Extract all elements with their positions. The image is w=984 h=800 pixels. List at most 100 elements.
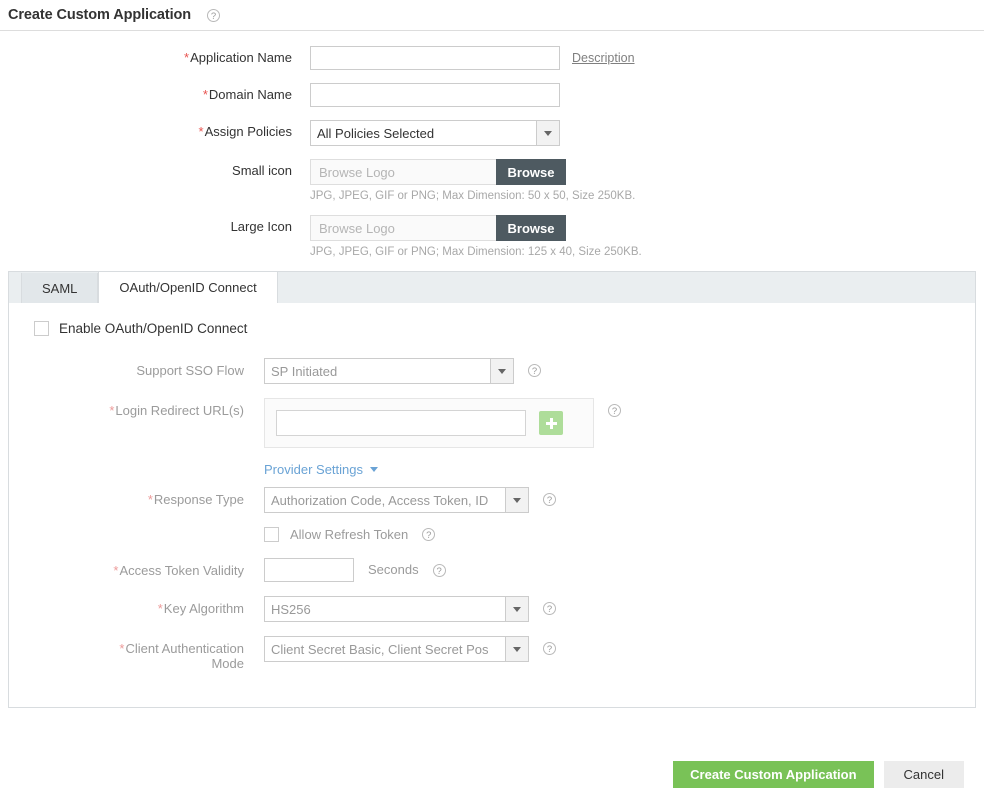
required-asterisk: * xyxy=(158,601,163,616)
control-response-type: Authorization Code, Access Token, ID ? xyxy=(264,487,556,513)
response-type-value: Authorization Code, Access Token, ID xyxy=(265,488,505,512)
response-type-help-icon[interactable]: ? xyxy=(543,493,556,506)
control-small-icon: Browse Logo Browse JPG, JPEG, GIF or PNG… xyxy=(310,159,635,202)
control-login-redirect-url: ? xyxy=(264,398,621,448)
application-name-input[interactable] xyxy=(310,46,560,70)
control-key-algorithm: HS256 ? xyxy=(264,596,556,622)
key-algorithm-select[interactable]: HS256 xyxy=(264,596,529,622)
large-icon-browse-button[interactable]: Browse xyxy=(496,215,566,241)
label-assign-policies: *Assign Policies xyxy=(0,120,292,139)
label-support-sso-flow: Support SSO Flow xyxy=(9,358,244,378)
client-auth-mode-help-icon[interactable]: ? xyxy=(543,642,556,655)
provider-settings-row: Provider Settings xyxy=(9,462,975,477)
chevron-down-icon xyxy=(505,597,528,621)
control-assign-policies: All Policies Selected xyxy=(310,120,560,146)
page-title: Create Custom Application xyxy=(8,7,191,23)
allow-refresh-token-label: Allow Refresh Token xyxy=(290,527,408,542)
enable-oauth-label: Enable OAuth/OpenID Connect xyxy=(59,321,247,336)
field-row-small-icon: Small icon Browse Logo Browse JPG, JPEG,… xyxy=(0,159,984,202)
access-token-validity-input[interactable] xyxy=(264,558,354,582)
chevron-down-icon xyxy=(370,467,378,472)
chevron-down-icon xyxy=(490,359,513,383)
required-asterisk: * xyxy=(184,50,189,65)
create-custom-application-button[interactable]: Create Custom Application xyxy=(673,761,873,788)
label-access-token-validity: *Access Token Validity xyxy=(9,558,244,578)
tab-oauth-openid-connect[interactable]: OAuth/OpenID Connect xyxy=(98,272,277,304)
label-text: Access Token Validity xyxy=(119,563,244,578)
description-link[interactable]: Description xyxy=(572,46,635,65)
label-response-type: *Response Type xyxy=(9,487,244,507)
required-asterisk: * xyxy=(109,403,114,418)
label-small-icon: Small icon xyxy=(0,159,292,178)
key-algorithm-help-icon[interactable]: ? xyxy=(543,602,556,615)
chevron-down-icon xyxy=(505,637,528,661)
label-client-auth-mode: *Client AuthenticationMode xyxy=(9,636,244,671)
small-icon-browse-button[interactable]: Browse xyxy=(496,159,566,185)
add-redirect-url-button[interactable] xyxy=(539,411,563,435)
label-text: Response Type xyxy=(154,492,244,507)
control-access-token-validity: Seconds ? xyxy=(264,558,446,582)
client-auth-mode-select[interactable]: Client Secret Basic, Client Secret Pos xyxy=(264,636,529,662)
label-text-line2: Mode xyxy=(211,656,244,671)
field-row-access-token-validity: *Access Token Validity Seconds ? xyxy=(9,558,975,582)
help-circle-icon[interactable]: ? xyxy=(207,9,220,22)
tab-saml[interactable]: SAML xyxy=(21,273,98,304)
field-row-assign-policies: *Assign Policies All Policies Selected xyxy=(0,120,984,146)
tab-strip: SAML OAuth/OpenID Connect xyxy=(8,271,976,303)
top-form: *Application Name Description *Domain Na… xyxy=(0,31,984,258)
enable-oauth-checkbox[interactable] xyxy=(34,321,49,336)
login-redirect-url-box xyxy=(264,398,594,448)
large-icon-filename[interactable]: Browse Logo xyxy=(310,215,496,241)
enable-oauth-row: Enable OAuth/OpenID Connect xyxy=(9,321,975,336)
small-icon-filename[interactable]: Browse Logo xyxy=(310,159,496,185)
support-sso-flow-help-icon[interactable]: ? xyxy=(528,364,541,377)
small-icon-hint: JPG, JPEG, GIF or PNG; Max Dimension: 50… xyxy=(310,190,635,202)
required-asterisk: * xyxy=(203,87,208,102)
assign-policies-select[interactable]: All Policies Selected xyxy=(310,120,560,146)
field-row-domain-name: *Domain Name xyxy=(0,83,984,107)
small-icon-browse-group: Browse Logo Browse xyxy=(310,159,635,185)
allow-refresh-token-checkbox[interactable] xyxy=(264,527,279,542)
label-text: Application Name xyxy=(190,50,292,65)
label-text-line1: Client Authentication xyxy=(125,641,244,656)
label-text: Key Algorithm xyxy=(164,601,244,616)
domain-name-input[interactable] xyxy=(310,83,560,107)
access-token-validity-help-icon[interactable]: ? xyxy=(433,564,446,577)
control-large-icon: Browse Logo Browse JPG, JPEG, GIF or PNG… xyxy=(310,215,642,258)
label-text: Assign Policies xyxy=(205,124,292,139)
required-asterisk: * xyxy=(119,641,124,656)
login-redirect-url-help-icon[interactable]: ? xyxy=(608,404,621,417)
control-application-name: Description xyxy=(310,46,635,70)
field-row-key-algorithm: *Key Algorithm HS256 ? xyxy=(9,596,975,622)
label-text: Domain Name xyxy=(209,87,292,102)
client-auth-mode-value: Client Secret Basic, Client Secret Pos xyxy=(265,637,505,661)
support-sso-flow-value: SP Initiated xyxy=(265,359,490,383)
cancel-button[interactable]: Cancel xyxy=(884,761,964,788)
label-large-icon: Large Icon xyxy=(0,215,292,234)
field-row-response-type: *Response Type Authorization Code, Acces… xyxy=(9,487,975,513)
label-text: Login Redirect URL(s) xyxy=(115,403,244,418)
footer-actions: Create Custom Application Cancel xyxy=(0,761,984,788)
provider-settings-toggle[interactable]: Provider Settings xyxy=(264,462,378,477)
control-domain-name xyxy=(310,83,560,107)
required-asterisk: * xyxy=(113,563,118,578)
response-type-select[interactable]: Authorization Code, Access Token, ID xyxy=(264,487,529,513)
support-sso-flow-select[interactable]: SP Initiated xyxy=(264,358,514,384)
provider-settings-spacer xyxy=(9,462,244,477)
key-algorithm-value: HS256 xyxy=(265,597,505,621)
label-key-algorithm: *Key Algorithm xyxy=(9,596,244,616)
field-row-client-auth-mode: *Client AuthenticationMode Client Secret… xyxy=(9,636,975,671)
add-icon xyxy=(546,418,557,429)
chevron-down-icon xyxy=(536,121,559,145)
field-row-application-name: *Application Name Description xyxy=(0,46,984,70)
control-support-sso-flow: SP Initiated ? xyxy=(264,358,541,384)
oauth-tab-panel: Enable OAuth/OpenID Connect Support SSO … xyxy=(8,303,976,708)
allow-refresh-token-help-icon[interactable]: ? xyxy=(422,528,435,541)
access-token-validity-unit: Seconds xyxy=(368,558,419,577)
field-row-support-sso-flow: Support SSO Flow SP Initiated ? xyxy=(9,358,975,384)
allow-refresh-token-row: Allow Refresh Token ? xyxy=(264,527,975,542)
field-row-login-redirect-url: *Login Redirect URL(s) ? xyxy=(9,398,975,448)
required-asterisk: * xyxy=(148,492,153,507)
login-redirect-url-input[interactable] xyxy=(276,410,526,436)
label-login-redirect-url: *Login Redirect URL(s) xyxy=(9,398,244,418)
